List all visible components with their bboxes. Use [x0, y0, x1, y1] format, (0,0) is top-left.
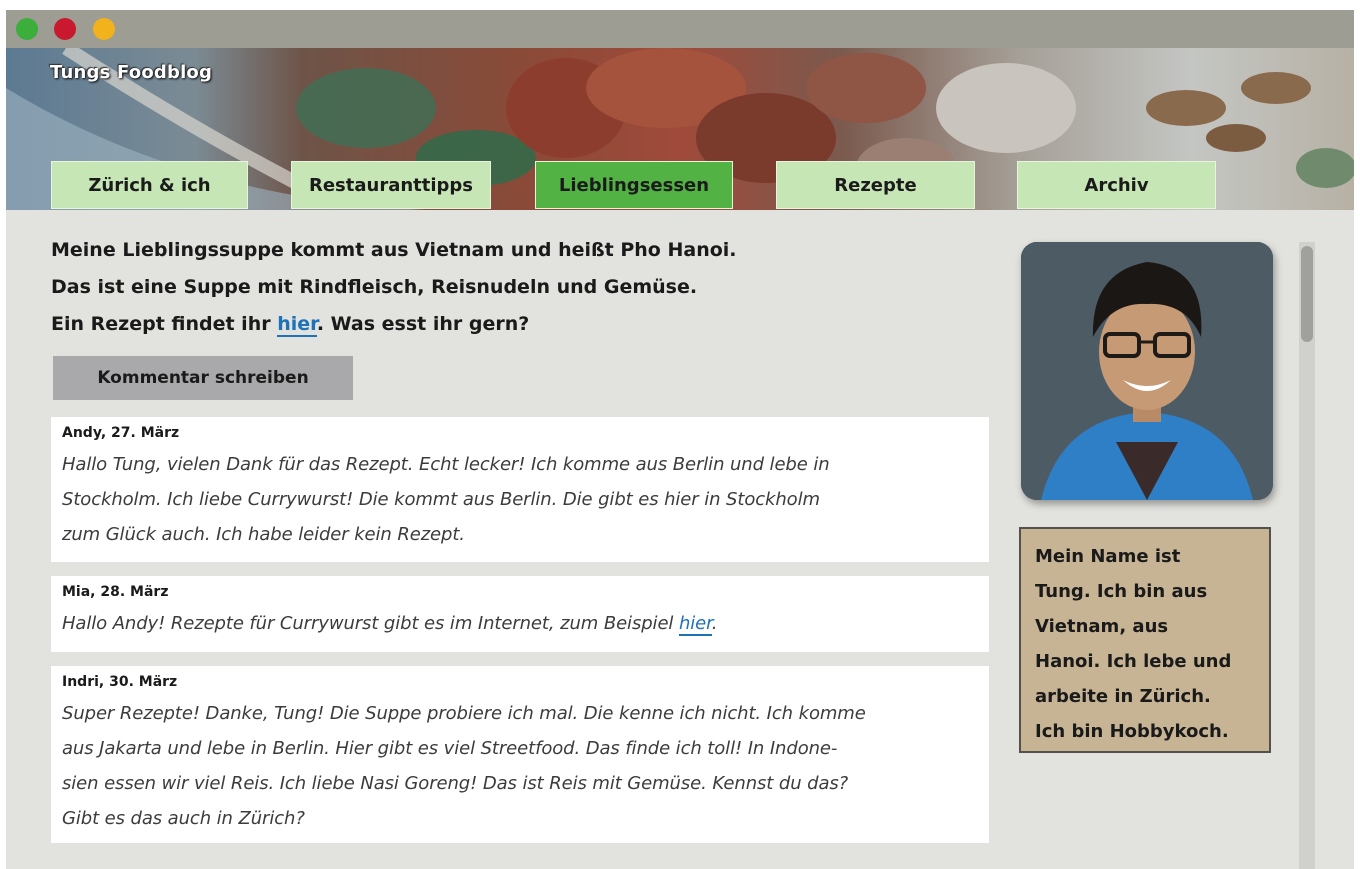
post-line: Ein Rezept findet ihr hier. Was esst ihr…: [51, 306, 981, 343]
tab-label: Rezepte: [834, 174, 917, 196]
comment-text: Super Rezepte! Danke, Tung! Die Suppe pr…: [62, 696, 977, 836]
currywurst-link[interactable]: hier: [678, 613, 712, 636]
maximize-icon[interactable]: [16, 18, 38, 40]
comment-author: Mia, 28. März: [62, 584, 169, 600]
tab-restauranttipps[interactable]: Restauranttipps: [291, 161, 491, 209]
comment-line: Gibt es das auch in Zürich?: [62, 808, 305, 829]
comment-line: Hallo Andy! Rezepte für Currywurst gibt …: [62, 606, 977, 641]
comment-line: aus Jakarta und lebe in Berlin. Hier gib…: [62, 738, 838, 759]
bio-line: arbeite in Zürich.: [1035, 686, 1211, 707]
comment-line: Super Rezepte! Danke, Tung! Die Suppe pr…: [62, 703, 866, 724]
comment-line: Stockholm. Ich liebe Currywurst! Die kom…: [62, 489, 820, 510]
bio-line: Ich bin Hobbykoch.: [1035, 721, 1229, 742]
tab-rezepte[interactable]: Rezepte: [776, 161, 975, 209]
scrollbar-thumb[interactable]: [1301, 246, 1313, 342]
tab-zuerich-ich[interactable]: Zürich & ich: [51, 161, 248, 209]
comment-text: Hallo Andy! Rezepte für Currywurst gibt …: [62, 606, 977, 641]
tab-label: Lieblingsessen: [558, 174, 710, 196]
comment-card: Indri, 30. März Super Rezepte! Danke, Tu…: [51, 666, 989, 843]
post-text-segment: . Was esst ihr gern?: [316, 313, 530, 335]
post-line: Meine Lieblingssuppe kommt aus Vietnam u…: [51, 239, 737, 261]
comment-text-segment: Hallo Andy! Rezepte für Currywurst gibt …: [62, 613, 679, 634]
tab-label: Zürich & ich: [88, 174, 211, 196]
bio-line: Mein Name ist: [1035, 546, 1181, 567]
tab-archiv[interactable]: Archiv: [1017, 161, 1216, 209]
comment-line: Hallo Tung, vielen Dank für das Rezept. …: [62, 454, 830, 475]
write-comment-button[interactable]: Kommentar schreiben: [53, 356, 353, 400]
comment-card: Andy, 27. März Hallo Tung, vielen Dank f…: [51, 417, 989, 562]
tab-label: Archiv: [1084, 174, 1149, 196]
profile-photo: [1021, 242, 1273, 500]
post-text-segment: Ein Rezept findet ihr: [51, 313, 278, 335]
close-icon[interactable]: [54, 18, 76, 40]
comment-author: Andy, 27. März: [62, 425, 180, 441]
author-bio-box: Mein Name ist Tung. Ich bin aus Vietnam,…: [1019, 527, 1271, 753]
portrait-image: [1021, 242, 1273, 500]
post-line: Das ist eine Suppe mit Rindfleisch, Reis…: [51, 276, 698, 298]
comment-author: Indri, 30. März: [62, 674, 178, 690]
title-bar: [6, 10, 1354, 48]
comment-text: Hallo Tung, vielen Dank für das Rezept. …: [62, 447, 977, 552]
minimize-icon[interactable]: [93, 18, 115, 40]
browser-window: Tungs Foodblog Zürich & ich Restaurantti…: [6, 10, 1354, 869]
blog-title[interactable]: Tungs Foodblog: [50, 62, 212, 83]
bio-line: Hanoi. Ich lebe und: [1035, 651, 1232, 672]
tab-label: Restauranttipps: [308, 174, 474, 196]
tab-lieblingsessen[interactable]: Lieblingsessen: [535, 161, 733, 209]
comment-card: Mia, 28. März Hallo Andy! Rezepte für Cu…: [51, 576, 989, 652]
bio-line: Vietnam, aus: [1035, 616, 1169, 637]
comment-line: sien essen wir viel Reis. Ich liebe Nasi…: [62, 773, 849, 794]
bio-line: Tung. Ich bin aus: [1035, 581, 1208, 602]
recipe-link[interactable]: hier: [277, 313, 317, 337]
comment-line: zum Glück auch. Ich habe leider kein Rez…: [62, 524, 465, 545]
comment-text-segment: .: [711, 613, 718, 634]
post-text: Meine Lieblingssuppe kommt aus Vietnam u…: [51, 232, 981, 343]
